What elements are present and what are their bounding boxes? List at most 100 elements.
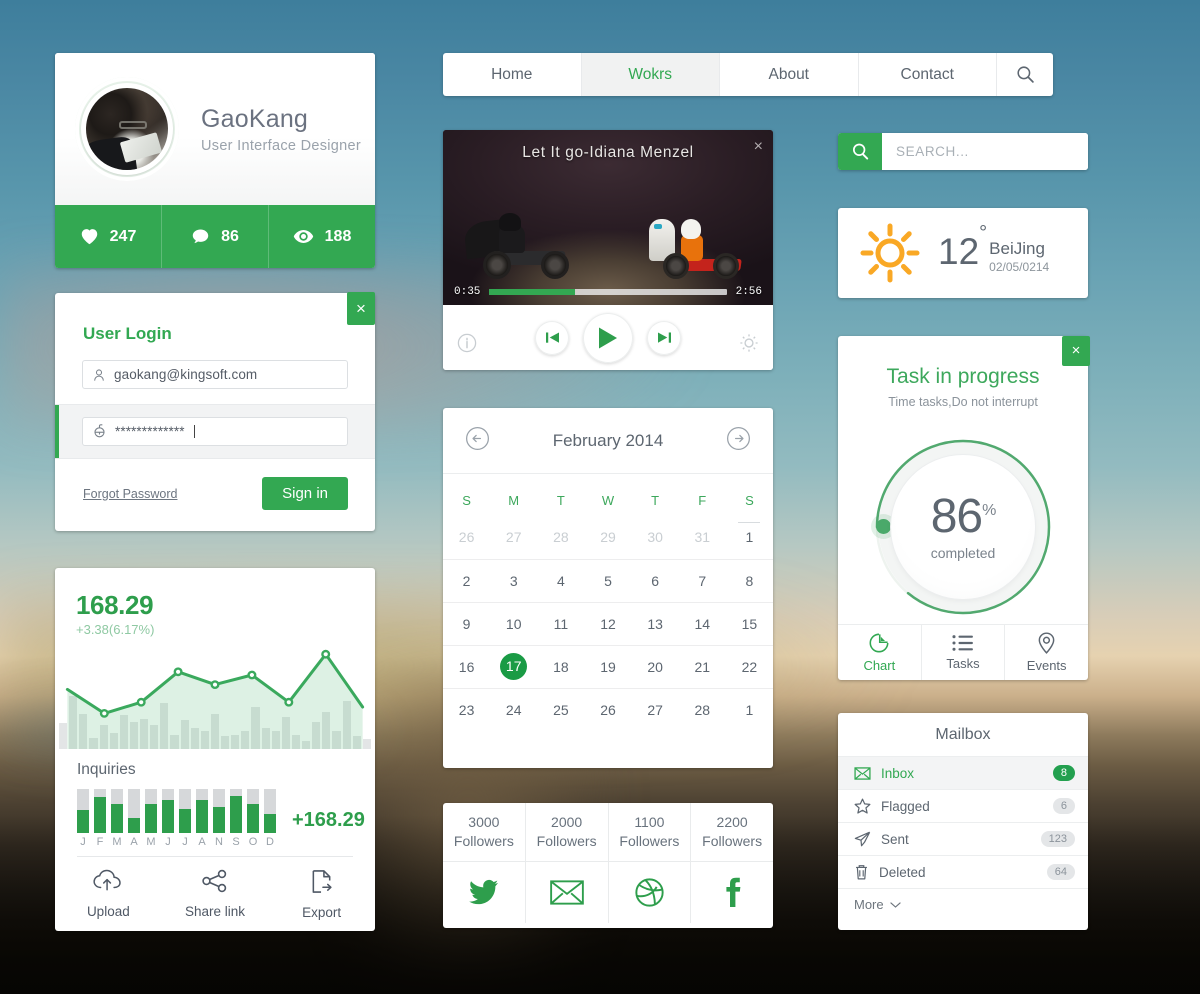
close-icon[interactable]: × (754, 138, 763, 156)
signin-button[interactable]: Sign in (262, 477, 348, 510)
calendar-day[interactable]: 18 (537, 644, 585, 688)
tab-about[interactable]: About (720, 53, 859, 96)
forgot-password-link[interactable]: Forgot Password (83, 487, 177, 501)
calendar-day[interactable]: 24 (490, 687, 538, 731)
inquiry-bar-fill (230, 796, 242, 833)
calendar-day[interactable]: 4 (537, 558, 585, 602)
info-icon[interactable] (457, 333, 477, 358)
progress-percent-value: 86 (930, 490, 983, 543)
figure-droid-eye (654, 224, 662, 229)
calendar-day[interactable]: 7 (678, 558, 726, 602)
share-link-button[interactable]: Share link (162, 869, 269, 920)
calendar-day[interactable]: 2 (443, 558, 491, 602)
tab-events[interactable]: Events (1005, 625, 1088, 680)
login-footer: Forgot Password Sign in (55, 459, 375, 510)
calendar-day[interactable]: 26 (584, 687, 632, 731)
calendar-day[interactable]: 31 (679, 516, 726, 559)
calendar-day[interactable]: 1 (726, 516, 773, 559)
gear-icon[interactable] (739, 333, 759, 358)
tab-tasks[interactable]: Tasks (920, 625, 1006, 680)
calendar-day[interactable]: 9 (443, 601, 491, 645)
calendar-day[interactable]: 29 (584, 516, 631, 559)
calendar-weekday: S (462, 493, 471, 508)
mailbox-badge: 6 (1052, 798, 1075, 814)
mailbox-item-sent[interactable]: Sent 123 (838, 822, 1088, 855)
lock-icon (92, 424, 107, 439)
email-field[interactable]: gaokang@kingsoft.com (82, 360, 348, 389)
inquiry-bar-track (94, 789, 106, 833)
search-button[interactable] (838, 133, 882, 170)
tab-wokrs[interactable]: Wokrs (581, 53, 720, 96)
calendar-day[interactable]: 26 (443, 516, 490, 559)
prev-button[interactable] (535, 320, 569, 355)
calendar-day[interactable]: 27 (490, 516, 537, 559)
calendar-day[interactable]: 22 (725, 644, 773, 688)
calendar-day[interactable]: 16 (443, 644, 491, 688)
calendar-day[interactable]: 28 (537, 516, 584, 559)
inquiry-bar-track (196, 789, 208, 833)
calendar-week-row: 9 10 11 12 13 14 15 (443, 601, 773, 645)
search-input[interactable]: SEARCH... (882, 133, 1088, 170)
calendar-day[interactable]: 14 (678, 601, 726, 645)
map-pin-icon (1037, 632, 1056, 654)
mailbox-item-deleted[interactable]: Deleted 64 (838, 855, 1088, 888)
export-button[interactable]: Export (268, 869, 375, 920)
calendar-day[interactable]: 3 (490, 558, 538, 602)
calendar-day[interactable]: 6 (631, 558, 679, 602)
inquiry-bar-track (162, 789, 174, 833)
calendar-day[interactable]: 11 (537, 601, 585, 645)
play-button[interactable] (583, 312, 633, 363)
calendar-day[interactable]: 25 (537, 687, 585, 731)
tab-chart[interactable]: Chart (838, 625, 921, 680)
follower-count-email: 2000 Followers (526, 803, 609, 861)
calendar-day[interactable]: 20 (631, 644, 679, 688)
next-button[interactable] (647, 320, 681, 355)
email-link[interactable] (525, 860, 609, 923)
follower-count-label: Followers (453, 833, 514, 850)
calendar-day[interactable]: 1 (725, 687, 773, 731)
follower-count-label: Followers (619, 833, 680, 850)
twitter-link[interactable] (443, 860, 526, 923)
calendar-day[interactable]: 10 (490, 601, 538, 645)
dribbble-link[interactable] (608, 860, 692, 923)
calendar-day[interactable]: 15 (725, 601, 773, 645)
close-icon[interactable]: × (347, 292, 375, 325)
followers-counts: 3000 Followers 2000 Followers 1100 Follo… (443, 803, 773, 861)
sun-icon (860, 223, 920, 283)
inquiry-bar-track (179, 789, 191, 833)
calendar-day[interactable]: 28 (678, 687, 726, 731)
stat-views[interactable]: 188 (269, 205, 375, 268)
calendar-day[interactable]: 17 (490, 644, 538, 688)
mailbox-more-button[interactable]: More (838, 888, 1088, 920)
calendar-day[interactable]: 27 (631, 687, 679, 731)
mailbox-item-flagged[interactable]: Flagged 6 (838, 789, 1088, 822)
calendar-day[interactable]: 21 (678, 644, 726, 688)
video-progress-bar[interactable] (489, 289, 727, 295)
stat-likes[interactable]: 247 (55, 205, 162, 268)
video-stage[interactable]: Let It go-Idiana Menzel × 0:35 2:56 (443, 130, 773, 305)
nav-search-button[interactable] (997, 53, 1053, 96)
facebook-link[interactable] (691, 860, 773, 923)
calendar-day[interactable]: 5 (584, 558, 632, 602)
tab-contact[interactable]: Contact (859, 53, 997, 96)
arrow-right-circle-icon[interactable] (726, 426, 751, 456)
calendar-day[interactable]: 8 (725, 558, 773, 602)
tab-home[interactable]: Home (443, 53, 582, 96)
calendar-day[interactable]: 30 (632, 516, 679, 559)
mailbox-item-inbox[interactable]: Inbox 8 (838, 756, 1088, 789)
arrow-left-circle-icon[interactable] (465, 426, 490, 456)
calendar-day[interactable]: 19 (584, 644, 632, 688)
stat-comments[interactable]: 86 (162, 205, 269, 268)
inquiry-bar-label: O (248, 836, 258, 848)
upload-button[interactable]: Upload (55, 869, 162, 920)
password-field[interactable]: ************* (82, 417, 348, 446)
calendar-day[interactable]: 23 (443, 687, 491, 731)
inquiries-delta: +168.29 (292, 809, 365, 831)
chart-point (175, 669, 182, 675)
close-icon[interactable]: × (1062, 336, 1090, 366)
calendar-day[interactable]: 12 (584, 601, 632, 645)
task-title: Task in progress (886, 365, 1040, 388)
calendar-day[interactable]: 13 (631, 601, 679, 645)
calendar-header: February 2014 (443, 408, 773, 474)
inquiry-bar-track (77, 789, 89, 833)
